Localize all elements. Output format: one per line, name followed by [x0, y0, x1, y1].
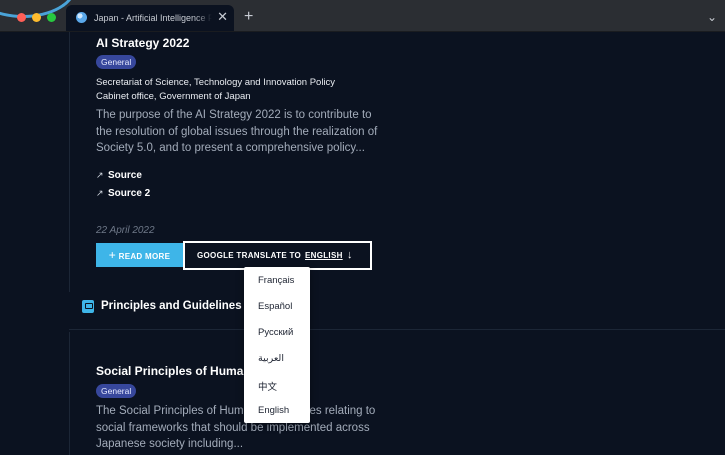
minimize-window-button[interactable] — [32, 13, 41, 22]
card-title[interactable]: Social Principles of Human- — [96, 364, 255, 378]
plus-icon: + — [108, 248, 117, 262]
source-link-label: Source — [108, 170, 142, 181]
translate-language[interactable]: ENGLISH — [305, 243, 343, 268]
close-window-button[interactable] — [17, 13, 26, 22]
section-divider — [69, 329, 725, 330]
org-line-2: Cabinet office, Government of Japan — [96, 91, 251, 102]
org-line-1: Secretariat of Science, Technology and I… — [96, 77, 336, 88]
section-title: Principles and Guidelines — [101, 300, 242, 312]
browser-titlebar: Japan - Artificial Intelligence P ✕ + ⌄ — [0, 0, 725, 32]
card-description: The purpose of the AI Strategy 2022 is t… — [96, 109, 378, 154]
new-tab-button[interactable]: + — [244, 9, 253, 25]
category-badge: General — [96, 384, 137, 398]
google-translate-button[interactable]: GOOGLE TRANSLATE TO ENGLISH ↓ — [183, 241, 372, 270]
tab-list-chevron-icon[interactable]: ⌄ — [707, 10, 717, 24]
tab-title: Japan - Artificial Intelligence P — [94, 13, 212, 23]
card-divider — [69, 32, 70, 292]
source-2-link[interactable]: ↗ Source 2 — [96, 188, 150, 199]
language-option-russian[interactable]: Русский — [258, 327, 293, 338]
browser-tab[interactable]: Japan - Artificial Intelligence P ✕ — [66, 5, 234, 31]
book-icon — [82, 300, 94, 313]
card-description: The Social Principles of Huma are princi… — [96, 405, 376, 450]
language-option-english[interactable]: English — [258, 405, 289, 416]
external-link-icon: ↗ — [96, 170, 104, 180]
card-divider — [69, 332, 70, 455]
site-favicon-icon — [76, 12, 87, 23]
language-option-arabic[interactable]: العربية — [258, 353, 284, 364]
page-content: AI Strategy 2022 General Secretariat of … — [5, 32, 725, 455]
language-dropdown: Français Español Русский العربية 中文 Engl… — [244, 267, 310, 423]
arrow-down-icon: ↓ — [347, 249, 353, 261]
language-option-spanish[interactable]: Español — [258, 301, 292, 312]
read-more-label: READ MORE — [118, 252, 171, 261]
language-option-french[interactable]: Français — [258, 275, 294, 286]
publish-date: 22 April 2022 — [96, 225, 155, 236]
external-link-icon: ↗ — [96, 188, 104, 198]
close-tab-icon[interactable]: ✕ — [217, 10, 228, 24]
category-badge: General — [96, 55, 137, 69]
read-more-button[interactable]: + READ MORE — [96, 243, 183, 267]
translate-label: GOOGLE TRANSLATE TO — [197, 251, 302, 260]
source-link[interactable]: ↗ Source — [96, 170, 142, 181]
language-option-chinese[interactable]: 中文 — [258, 379, 277, 393]
card-title[interactable]: AI Strategy 2022 — [96, 36, 189, 50]
maximize-window-button[interactable] — [47, 13, 56, 22]
source-link-label: Source 2 — [108, 188, 151, 199]
